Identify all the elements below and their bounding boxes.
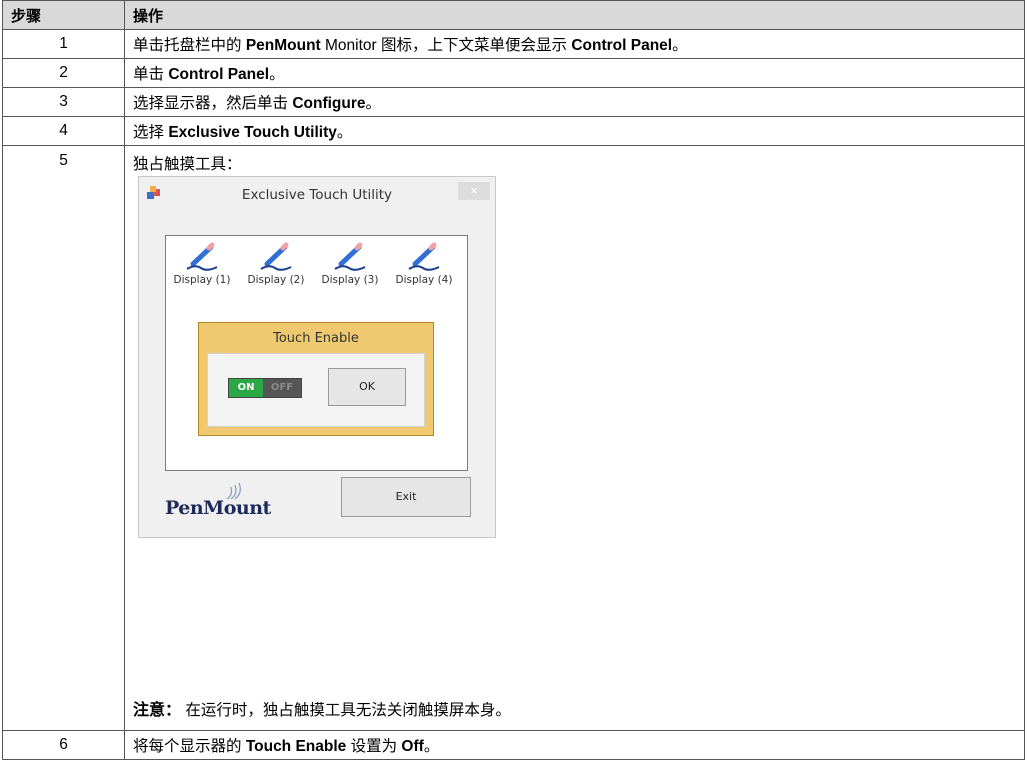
table-row: 2 单击 Control Panel。 xyxy=(2,58,1025,88)
step-text: Monitor 图标，上下文菜单便会显示 xyxy=(320,37,572,54)
display-label: Display (3) xyxy=(321,274,379,286)
touch-enable-panel: ON OFF OK xyxy=(207,353,425,427)
step-action: 独占触摸工具： Exclusive Touch Utility × Displa… xyxy=(124,145,1025,731)
display-item[interactable]: Display (1) xyxy=(166,242,238,286)
note-label: 注意： xyxy=(133,700,182,719)
exclusive-touch-utility-dialog: Exclusive Touch Utility × Display (1) Di… xyxy=(138,176,496,538)
header-step: 步骤 xyxy=(2,0,125,30)
step-bold-term: Off xyxy=(401,738,424,755)
step-number: 1 xyxy=(2,29,125,59)
header-action: 操作 xyxy=(124,0,1025,30)
step-action: 选择 Exclusive Touch Utility。 xyxy=(124,116,1025,146)
step-action: 单击 Control Panel。 xyxy=(124,58,1025,88)
table-row: 5 独占触摸工具： Exclusive Touch Utility × Disp… xyxy=(2,145,1025,731)
step-number: 6 xyxy=(2,730,125,760)
step-text: 独占触摸工具： xyxy=(133,156,242,173)
display-label: Display (4) xyxy=(395,274,453,286)
display-item[interactable]: Display (3) xyxy=(314,242,386,286)
step-text: 单击托盘栏中的 xyxy=(133,37,246,54)
step-action: 将每个显示器的 Touch Enable 设置为 Off。 xyxy=(124,730,1025,760)
note-text: 在运行时，独占触摸工具无法关闭触摸屏本身。 xyxy=(181,702,511,719)
ok-button[interactable]: OK xyxy=(328,368,406,406)
toggle-on-label: ON xyxy=(229,379,263,397)
step-number: 5 xyxy=(2,145,125,731)
steps-table: 步骤 操作 1 单击托盘栏中的 PenMount Monitor 图标，上下文菜… xyxy=(2,0,1025,760)
step-text: 。 xyxy=(336,124,353,141)
step-number: 3 xyxy=(2,87,125,117)
step-bold-term: Touch Enable xyxy=(245,738,347,755)
step-text: 选择显示器，然后单击 xyxy=(133,95,293,112)
touch-enable-group: Touch Enable ON OFF OK xyxy=(198,322,434,436)
step-bold-term: Exclusive Touch Utility xyxy=(168,124,337,141)
step-text: 。 xyxy=(672,37,688,54)
step-action: 选择显示器，然后单击 Configure。 xyxy=(124,87,1025,117)
touch-toggle[interactable]: ON OFF xyxy=(228,378,302,398)
table-row: 1 单击托盘栏中的 PenMount Monitor 图标，上下文菜单便会显示 … xyxy=(2,29,1025,59)
step-text: 。 xyxy=(365,95,382,112)
table-row: 3 选择显示器，然后单击 Configure。 xyxy=(2,87,1025,117)
step-text: 选择 xyxy=(133,124,169,141)
note: 注意： 在运行时，独占触摸工具无法关闭触摸屏本身。 xyxy=(133,696,511,720)
penmount-logo: PenMount xyxy=(165,497,271,519)
step-bold-term: Control Panel xyxy=(168,66,270,83)
table-row: 6 将每个显示器的 Touch Enable 设置为 Off。 xyxy=(2,730,1025,760)
pen-icon xyxy=(408,242,440,271)
toggle-off-label: OFF xyxy=(263,379,301,397)
display-item[interactable]: Display (4) xyxy=(388,242,460,286)
pen-icon xyxy=(260,242,292,271)
touch-enable-label: Touch Enable xyxy=(273,331,359,346)
dialog-title: Exclusive Touch Utility xyxy=(241,187,393,203)
close-icon[interactable]: × xyxy=(458,182,490,200)
display-item[interactable]: Display (2) xyxy=(240,242,312,286)
step-number: 4 xyxy=(2,116,125,146)
table-row: 4 选择 Exclusive Touch Utility。 xyxy=(2,116,1025,146)
step-bold-term: PenMount xyxy=(245,37,321,54)
pen-icon xyxy=(186,242,218,271)
display-label: Display (1) xyxy=(173,274,231,286)
display-list: Display (1) Display (2) Display (3) Disp… xyxy=(165,235,468,471)
exit-button[interactable]: Exit xyxy=(341,477,471,517)
step-text: 将每个显示器的 xyxy=(133,738,246,755)
step-number: 2 xyxy=(2,58,125,88)
step-text: 单击 xyxy=(133,66,169,83)
step-bold-term: Configure xyxy=(292,95,366,112)
step-action: 单击托盘栏中的 PenMount Monitor 图标，上下文菜单便会显示 Co… xyxy=(124,29,1025,59)
pen-icon xyxy=(334,242,366,271)
step-text: 设置为 xyxy=(346,738,402,755)
step-bold-term: Control Panel xyxy=(571,37,673,54)
step-text: 。 xyxy=(423,738,440,755)
display-label: Display (2) xyxy=(247,274,305,286)
step-text: 。 xyxy=(269,66,285,83)
